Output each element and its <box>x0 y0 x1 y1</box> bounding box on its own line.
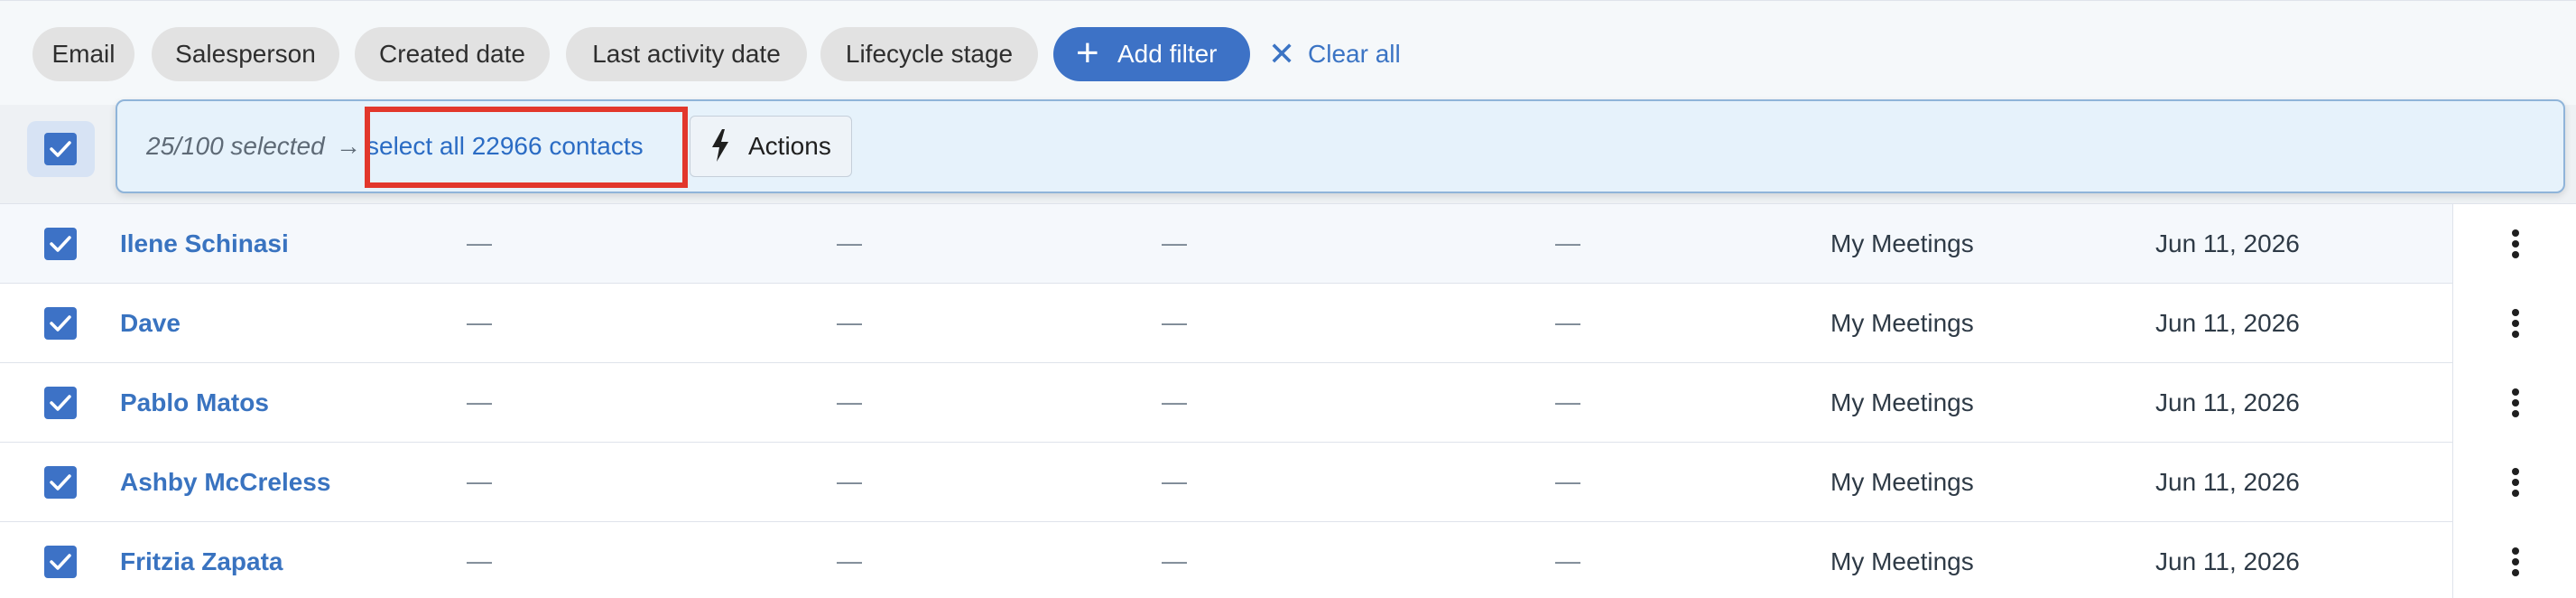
empty-cell: — <box>1555 547 1580 575</box>
row-checkbox[interactable] <box>44 387 77 419</box>
empty-cell: — <box>1162 229 1187 257</box>
contact-name-link[interactable]: Pablo Matos <box>120 363 269 443</box>
vertical-dots-icon[interactable] <box>2502 468 2529 497</box>
date-cell: Jun 11, 2026 <box>2155 468 2300 496</box>
source-cell: My Meetings <box>1830 229 1974 257</box>
filter-chip-created-date[interactable]: Created date <box>355 27 550 81</box>
empty-cell: — <box>1555 467 1580 495</box>
filter-chip-lifecycle-stage[interactable]: Lifecycle stage <box>820 27 1038 81</box>
plus-icon: + <box>1076 31 1099 75</box>
source-cell: My Meetings <box>1830 388 1974 416</box>
empty-cell: — <box>837 467 862 495</box>
highlight-annotation <box>365 107 688 188</box>
filter-chip-email[interactable]: Email <box>32 27 134 81</box>
contact-name-link[interactable]: Ilene Schinasi <box>120 204 289 284</box>
empty-cell: — <box>467 388 492 416</box>
table-row[interactable]: Fritzia Zapata — — — — My Meetings Jun 1… <box>0 522 2576 598</box>
empty-cell: — <box>1555 229 1580 257</box>
actions-button[interactable]: Actions <box>690 116 852 177</box>
filter-bar: Email Salesperson Created date Last acti… <box>0 0 2576 105</box>
vertical-dots-icon[interactable] <box>2502 547 2529 576</box>
empty-cell: — <box>837 547 862 575</box>
contact-name-link[interactable]: Dave <box>120 284 181 363</box>
row-checkbox[interactable] <box>44 307 77 340</box>
filter-chip-salesperson[interactable]: Salesperson <box>152 27 339 81</box>
arrow-icon: → <box>336 132 361 160</box>
empty-cell: — <box>1555 388 1580 416</box>
empty-cell: — <box>837 308 862 336</box>
vertical-dots-icon[interactable] <box>2502 309 2529 338</box>
row-menu-cell <box>2452 204 2576 284</box>
table-row[interactable]: Pablo Matos — — — — My Meetings Jun 11, … <box>0 363 2576 443</box>
table-row[interactable]: Ilene Schinasi — — — — My Meetings Jun 1… <box>0 204 2576 284</box>
select-all-checkbox[interactable] <box>27 121 95 177</box>
add-filter-button[interactable]: + Add filter <box>1053 27 1250 81</box>
date-cell: Jun 11, 2026 <box>2155 547 2300 575</box>
empty-cell: — <box>837 229 862 257</box>
row-checkbox[interactable] <box>44 228 77 260</box>
close-icon: ✕ <box>1268 35 1296 72</box>
filter-chip-last-activity-date[interactable]: Last activity date <box>566 27 807 81</box>
empty-cell: — <box>467 229 492 257</box>
empty-cell: — <box>1162 308 1187 336</box>
empty-cell: — <box>1162 467 1187 495</box>
row-menu-cell <box>2452 363 2576 443</box>
source-cell: My Meetings <box>1830 547 1974 575</box>
empty-cell: — <box>467 308 492 336</box>
contact-name-link[interactable]: Fritzia Zapata <box>120 522 283 598</box>
empty-cell: — <box>837 388 862 416</box>
empty-cell: — <box>467 547 492 575</box>
source-cell: My Meetings <box>1830 468 1974 496</box>
row-menu-cell <box>2452 443 2576 522</box>
date-cell: Jun 11, 2026 <box>2155 229 2300 257</box>
date-cell: Jun 11, 2026 <box>2155 309 2300 337</box>
vertical-dots-icon[interactable] <box>2502 229 2529 258</box>
row-menu-cell <box>2452 284 2576 363</box>
row-checkbox[interactable] <box>44 466 77 499</box>
selected-count: 25/100 selected <box>146 132 325 160</box>
row-menu-cell <box>2452 522 2576 598</box>
checkbox-checked-icon <box>44 133 77 165</box>
table-row[interactable]: Dave — — — — My Meetings Jun 11, 2026 <box>0 284 2576 363</box>
empty-cell: — <box>1162 388 1187 416</box>
empty-cell: — <box>1555 308 1580 336</box>
add-filter-label: Add filter <box>1117 40 1218 68</box>
table-row[interactable]: Ashby McCreless — — — — My Meetings Jun … <box>0 443 2576 522</box>
row-checkbox[interactable] <box>44 546 77 578</box>
empty-cell: — <box>1162 547 1187 575</box>
clear-all-label: Clear all <box>1308 40 1401 68</box>
vertical-dots-icon[interactable] <box>2502 388 2529 417</box>
lightning-bolt-icon <box>712 129 728 162</box>
actions-label: Actions <box>748 132 831 160</box>
date-cell: Jun 11, 2026 <box>2155 388 2300 416</box>
source-cell: My Meetings <box>1830 309 1974 337</box>
contact-name-link[interactable]: Ashby McCreless <box>120 443 330 522</box>
empty-cell: — <box>467 467 492 495</box>
